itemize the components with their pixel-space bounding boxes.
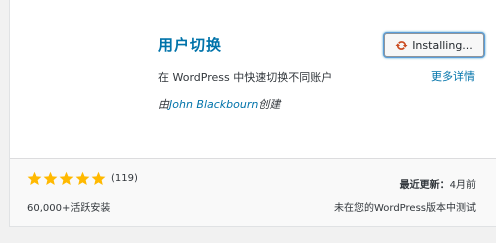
- star-filled-icon: [75, 171, 90, 185]
- star-rating: (119): [27, 171, 138, 186]
- star-filled-icon: [59, 171, 74, 185]
- num-ratings: (119): [111, 173, 138, 184]
- last-updated-label: 最近更新：: [399, 180, 450, 191]
- plugin-authors: 由John Blackbourn创建: [158, 96, 280, 112]
- compatibility-notice: 未在您的WordPress版本中测试: [333, 203, 476, 214]
- last-updated: 最近更新：4月前: [400, 176, 476, 191]
- author-link[interactable]: John Blackbourn: [169, 98, 258, 111]
- author-suffix: 创建: [258, 98, 281, 111]
- install-button-label: Installing...: [412, 38, 473, 52]
- more-details-link[interactable]: 更多详情: [431, 68, 475, 84]
- plugin-description: 在 WordPress 中快速切换不同账户: [158, 71, 333, 84]
- author-prefix: 由: [158, 98, 169, 111]
- active-installs: 60,000+活跃安装: [27, 203, 111, 214]
- plugin-card-bottom: (119) 60,000+活跃安装 最近更新：4月前 未在您的WordPress…: [10, 158, 496, 226]
- plugin-card: 用户切换 在 WordPress 中快速切换不同账户 由John Blackbo…: [9, 0, 496, 227]
- plugin-name-link[interactable]: 用户切换: [158, 34, 222, 55]
- star-filled-icon: [43, 171, 58, 185]
- stars-container: [27, 171, 107, 186]
- last-updated-value: 4月前: [449, 180, 476, 191]
- plugin-card-top: 用户切换 在 WordPress 中快速切换不同账户 由John Blackbo…: [10, 0, 496, 158]
- star-filled-icon: [27, 171, 42, 185]
- star-filled-icon: [91, 171, 106, 185]
- install-button[interactable]: Installing...: [384, 33, 484, 57]
- update-spin-icon: [395, 40, 408, 50]
